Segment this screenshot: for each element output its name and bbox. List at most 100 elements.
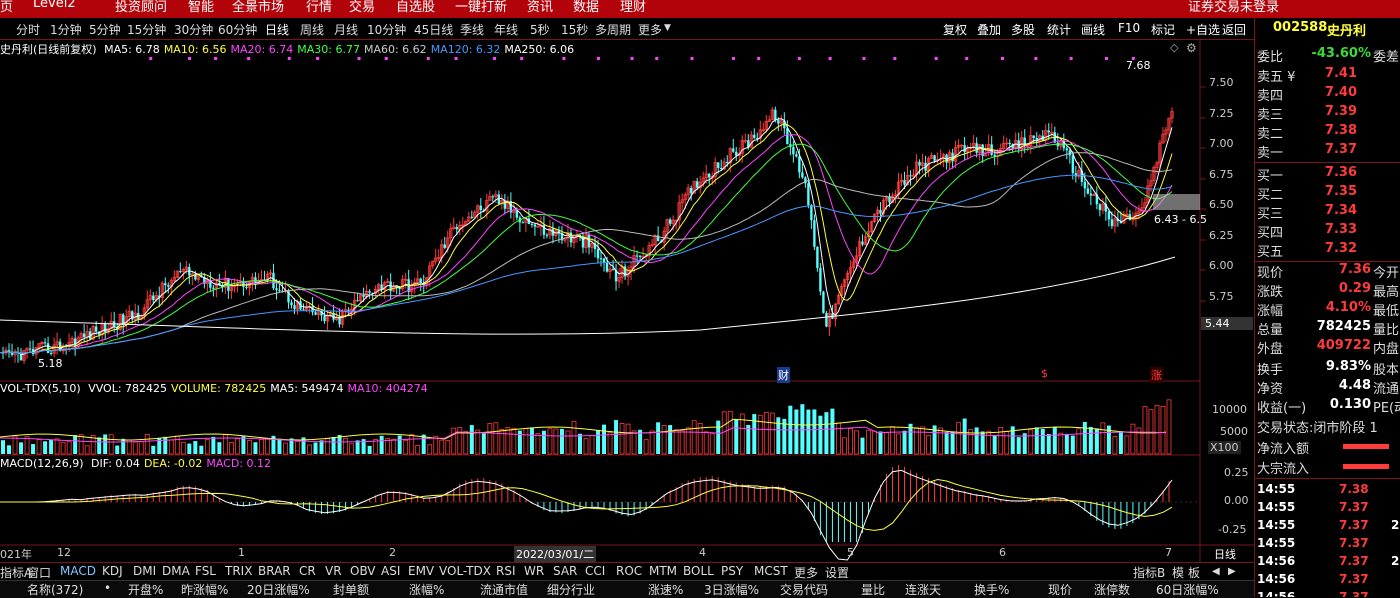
tab-emv[interactable]: EMV [408,564,434,578]
finance-event-mark[interactable]: 财 [777,367,790,383]
col-header[interactable]: 细分行业 [547,581,595,598]
tab-window[interactable]: 窗口 [27,564,51,581]
col-header[interactable]: • [104,581,111,595]
tool-f10[interactable]: F10 [1118,21,1140,35]
tab-macd[interactable]: MACD [60,564,96,578]
tab-template[interactable]: 模 [1172,564,1184,581]
col-header[interactable]: 涨速% [648,581,683,598]
period-tab[interactable]: 15分钟 [127,21,166,38]
sell-level-row[interactable]: 卖三 7.39 [1257,104,1400,123]
menu-item-watchlist[interactable]: 自选股 [396,0,435,15]
tab-more[interactable]: 更多 [794,564,818,581]
col-header[interactable]: 涨幅% [409,581,444,598]
buy-level-row[interactable]: 买二 7.35 [1257,184,1400,203]
tool-draw-line[interactable]: 画线 [1081,21,1105,38]
tick-row[interactable]: 14:56 7.37 [1257,572,1400,590]
limit-up-mark[interactable]: 涨 [1150,367,1163,383]
tab-mcst[interactable]: MCST [754,564,788,578]
chevron-left-icon[interactable]: ◀ [1212,566,1220,577]
tool-rights-adjust[interactable]: 复权 [943,21,967,38]
settings-gear-icon[interactable]: ⚙ [1186,41,1197,55]
tick-row[interactable]: 14:55 7.37 [1257,536,1400,554]
tick-row[interactable]: 14:55 7.37 [1257,500,1400,518]
col-header[interactable]: 换手% [974,581,1009,598]
col-header[interactable]: 连涨天 [905,581,941,598]
period-tab[interactable]: 45日线 [414,21,453,38]
tab-wr[interactable]: WR [524,564,544,578]
tab-indicator-b[interactable]: 指标B [1133,564,1165,581]
chevron-right-icon[interactable]: ▶ [1228,566,1236,577]
tick-row[interactable]: 14:55 7.38 [1257,482,1400,500]
tab-vol-tdx[interactable]: VOL-TDX [439,564,491,578]
tab-cci[interactable]: CCI [585,564,605,578]
buy-level-row[interactable]: 买一 7.36 [1257,165,1400,184]
period-tab[interactable]: 5秒 [530,21,550,38]
tick-row[interactable]: 14:56 7.37 25 [1257,554,1400,572]
sell-level-row[interactable]: 卖二 7.38 [1257,123,1400,142]
tool-mark[interactable]: 标记 [1151,21,1175,38]
kline-chart[interactable] [0,40,1254,572]
menu-item-ipo[interactable]: 一键打新 [455,0,507,15]
tab-board[interactable]: 板 [1188,564,1200,581]
tick-row[interactable]: 14:56 7.37 [1257,590,1400,597]
sell-level-row[interactable]: 卖五 ¥ 7.41 [1257,66,1400,85]
tab-roc[interactable]: ROC [616,564,642,578]
tab-boll[interactable]: BOLL [683,564,714,578]
period-tab[interactable]: 月线 [334,21,358,38]
diamond-icon[interactable]: ◇ [1170,41,1178,54]
tool-overlay[interactable]: 叠加 [977,21,1001,38]
login-status[interactable]: 证券交易未登录 [1188,0,1279,15]
tab-dmi[interactable]: DMI [133,564,156,578]
tab-mtm[interactable]: MTM [649,564,677,578]
period-tab[interactable]: 季线 [460,21,484,38]
menu-item-page[interactable]: 页 [0,0,13,15]
tool-statistics[interactable]: 统计 [1047,21,1071,38]
buy-level-row[interactable]: 买五 7.32 [1257,241,1400,260]
dividend-event-mark[interactable]: $ [1041,367,1048,380]
back-button[interactable]: 返回 [1222,21,1246,38]
period-tab[interactable]: 周线 [300,21,324,38]
tab-settings[interactable]: 设置 [825,564,849,581]
col-header[interactable]: 开盘% [128,581,163,598]
tool-multi-stock[interactable]: 多股 [1011,21,1035,38]
chevron-down-icon[interactable]: ▼ [664,23,671,33]
period-tab-active[interactable]: 日线 [265,21,289,38]
col-header[interactable]: 流通市值 [480,581,528,598]
tab-vr[interactable]: VR [325,564,342,578]
tab-dma[interactable]: DMA [162,564,190,578]
period-tab[interactable]: 1分钟 [50,21,82,38]
tab-psy[interactable]: PSY [721,564,743,578]
period-tab[interactable]: 30分钟 [174,21,213,38]
col-header[interactable]: 20日涨幅% [247,581,310,598]
buy-level-row[interactable]: 买三 7.34 [1257,203,1400,222]
menu-item-level2[interactable]: Level2 [33,0,76,11]
tab-brar[interactable]: BRAR [258,564,291,578]
col-header[interactable]: 名称(372) [27,581,83,598]
tab-asi[interactable]: ASI [381,564,400,578]
tab-trix[interactable]: TRIX [225,564,252,578]
tick-row[interactable]: 14:55 7.37 25 [1257,518,1400,536]
period-tab[interactable]: 5分钟 [89,21,121,38]
menu-item-smart[interactable]: 智能 [188,0,214,15]
col-header[interactable]: 3日涨幅% [704,581,759,598]
col-header[interactable]: 量比 [861,581,885,598]
col-header[interactable]: 涨停数 [1094,581,1130,598]
period-tab[interactable]: 分时 [16,21,40,38]
tab-kdj[interactable]: KDJ [102,564,123,578]
buy-level-row[interactable]: 买四 7.33 [1257,222,1400,241]
tab-sar[interactable]: SAR [553,564,577,578]
period-tab[interactable]: 60分钟 [218,21,257,38]
tab-fsl[interactable]: FSL [195,564,216,578]
col-header[interactable]: 封单额 [333,581,369,598]
col-header[interactable]: 昨涨幅% [181,581,228,598]
col-header[interactable]: 交易代码 [780,581,828,598]
tab-obv[interactable]: OBV [350,564,376,578]
menu-item-quotes[interactable]: 行情 [306,0,332,15]
period-tab-more[interactable]: 更多 [638,21,662,38]
col-header[interactable]: 60日涨幅% [1156,581,1219,598]
menu-item-market-overview[interactable]: 全景市场 [232,0,284,15]
menu-item-advisor[interactable]: 投资顾问 [115,0,167,15]
menu-item-news[interactable]: 资讯 [527,0,553,15]
period-tab[interactable]: 年线 [494,21,518,38]
tab-rsi[interactable]: RSI [496,564,516,578]
